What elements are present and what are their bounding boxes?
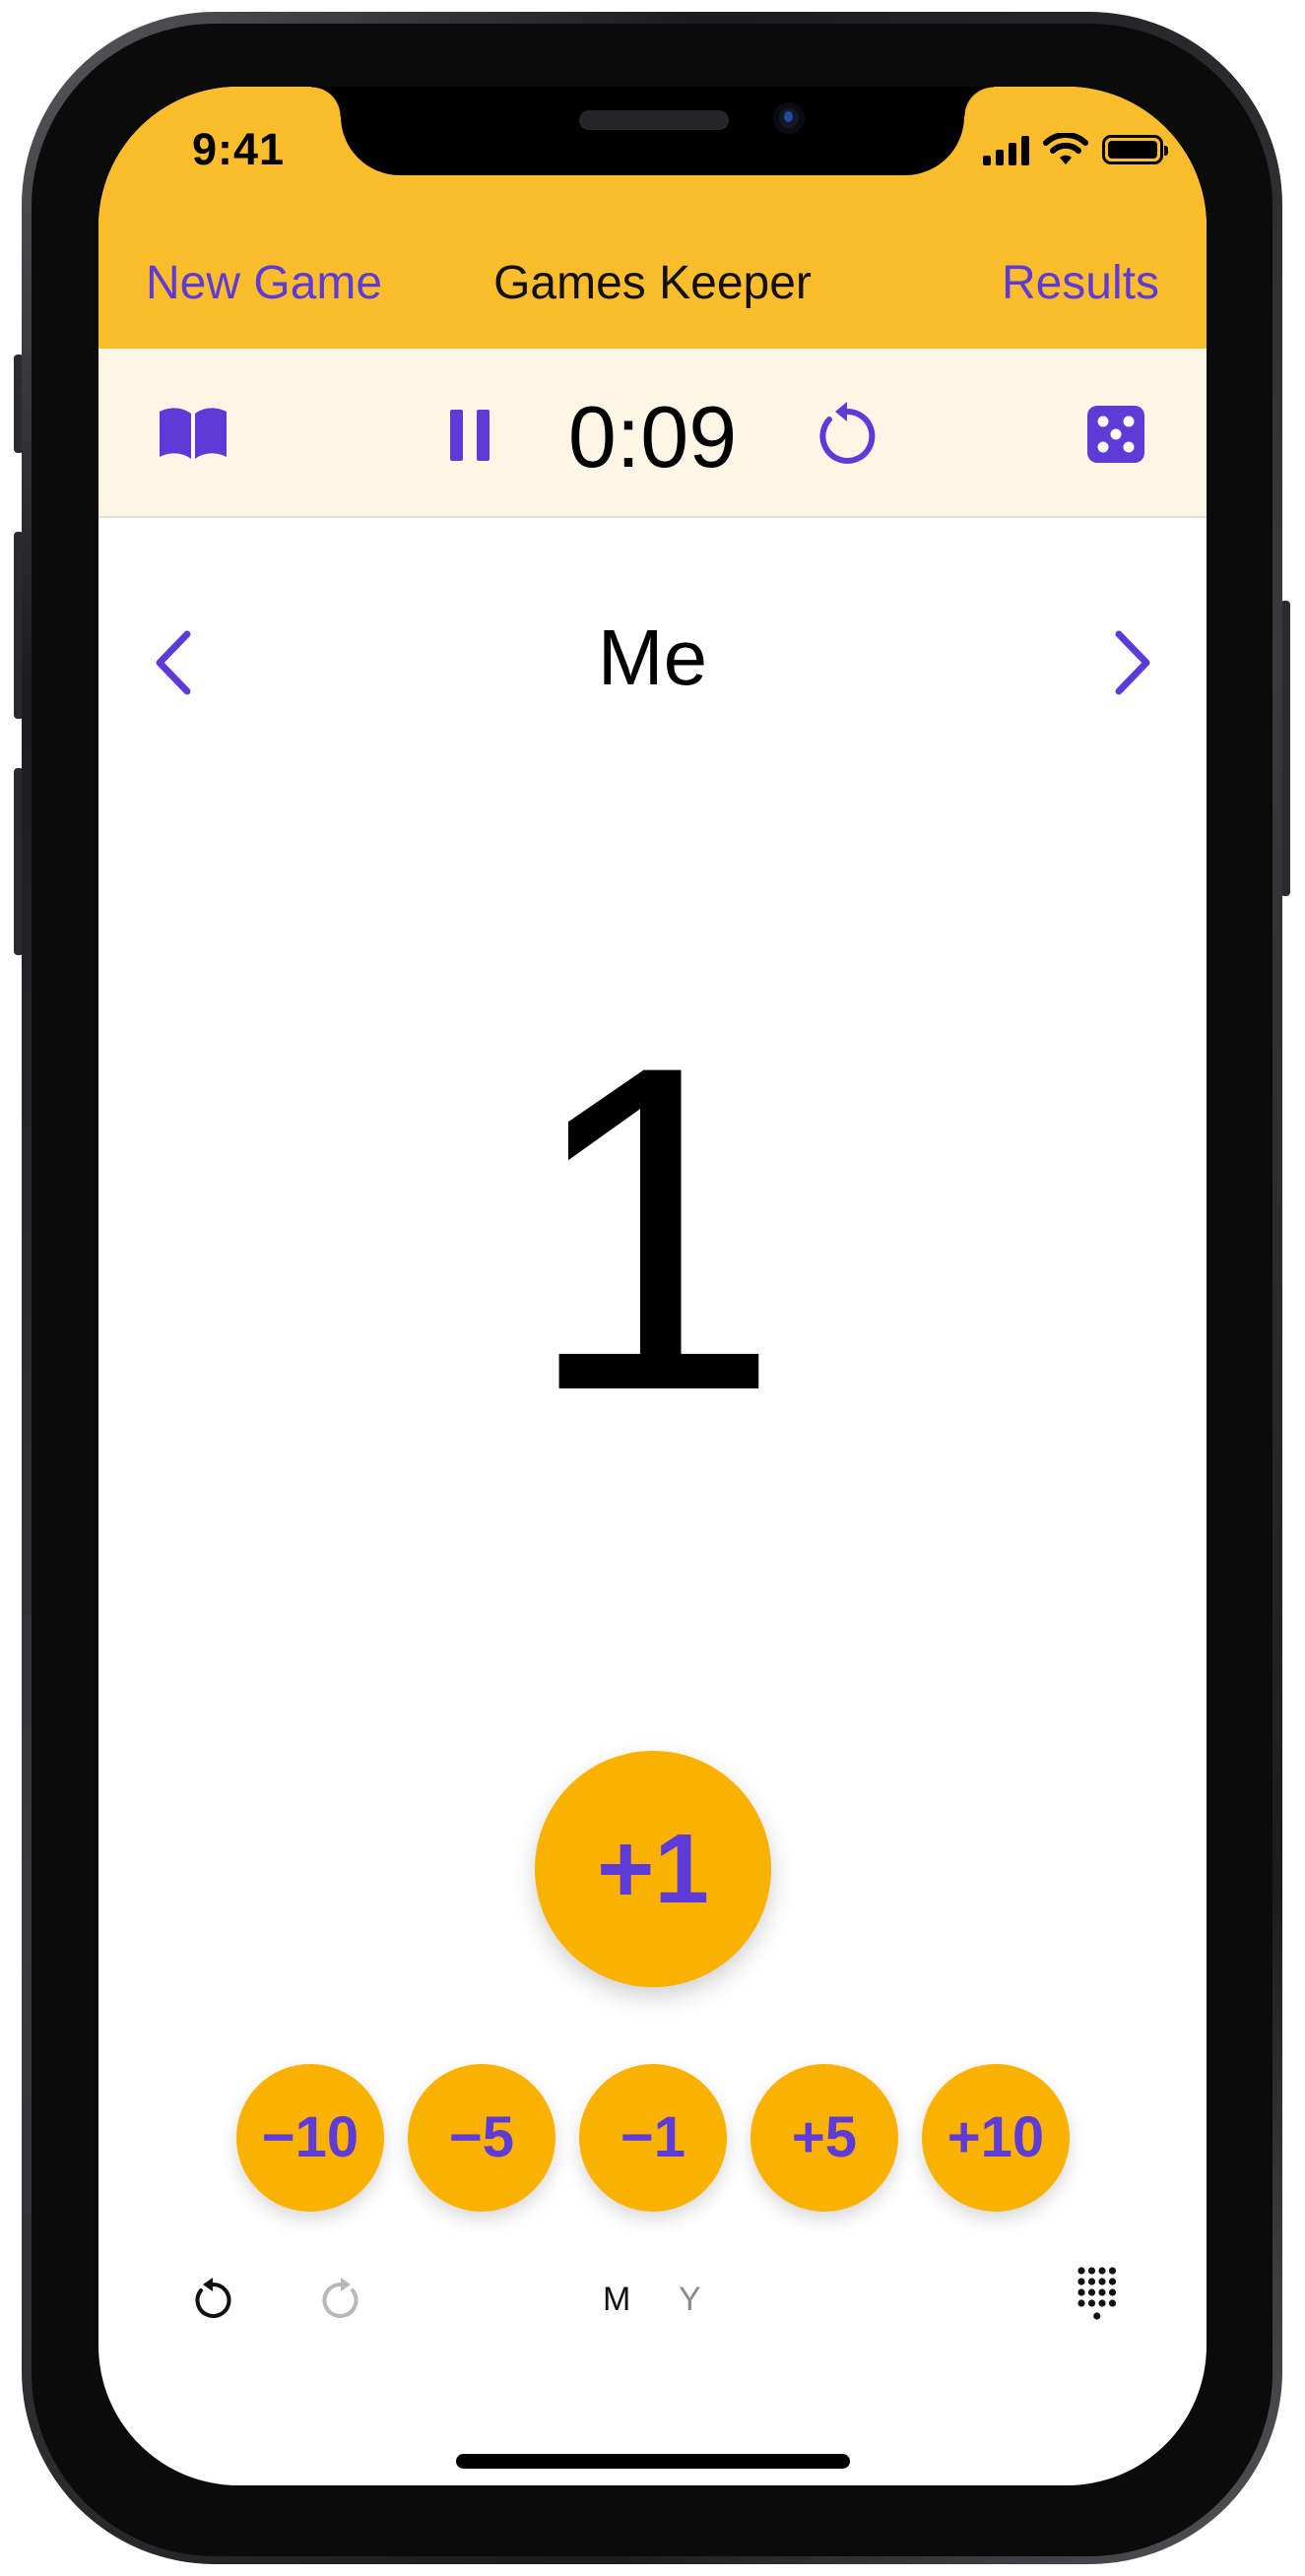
next-player-chevron-icon[interactable] — [1111, 630, 1154, 695]
player-score: 1 — [523, 970, 782, 1487]
player-name: Me — [597, 613, 708, 701]
mode-y-toggle[interactable]: Y — [679, 2275, 701, 2324]
game-timer: 0:09 — [567, 388, 738, 485]
speaker — [579, 110, 729, 130]
wifi-icon — [1043, 133, 1088, 164]
new-game-button[interactable]: New Game — [146, 244, 382, 323]
keypad-icon[interactable] — [1076, 2265, 1119, 2324]
dice-icon[interactable] — [1087, 406, 1144, 463]
status-icons — [983, 130, 1168, 169]
battery-icon — [1102, 135, 1168, 164]
mode-m-toggle[interactable]: M — [603, 2275, 630, 2324]
status-time: 9:41 — [192, 124, 286, 174]
notch — [311, 87, 994, 175]
app-screen: 9:41 New Game Games Keeper Results 0:09 … — [98, 87, 1207, 2485]
plus-ten-button[interactable]: +10 — [922, 2064, 1070, 2212]
camera — [773, 102, 805, 134]
header: 9:41 New Game Games Keeper Results — [98, 87, 1207, 349]
plus-five-button[interactable]: +5 — [750, 2064, 898, 2212]
home-indicator[interactable] — [456, 2454, 850, 2469]
minus-one-button[interactable]: −1 — [579, 2064, 727, 2212]
add-one-button[interactable]: +1 — [535, 1751, 771, 1987]
minus-ten-button[interactable]: −10 — [236, 2064, 384, 2212]
navigation-bar: New Game Games Keeper Results — [98, 244, 1207, 323]
bottom-toolbar: M Y — [98, 2263, 1207, 2342]
undo-icon[interactable] — [189, 2277, 232, 2324]
pause-icon[interactable] — [448, 410, 491, 461]
timer-toolbar: 0:09 — [98, 349, 1207, 518]
player-selector: Me — [98, 609, 1207, 707]
cellular-signal-icon — [983, 134, 1029, 165]
minus-five-button[interactable]: −5 — [408, 2064, 555, 2212]
restart-timer-icon[interactable] — [812, 400, 877, 469]
results-button[interactable]: Results — [1002, 244, 1159, 323]
redo-icon[interactable] — [321, 2277, 364, 2324]
book-icon[interactable] — [158, 406, 228, 461]
